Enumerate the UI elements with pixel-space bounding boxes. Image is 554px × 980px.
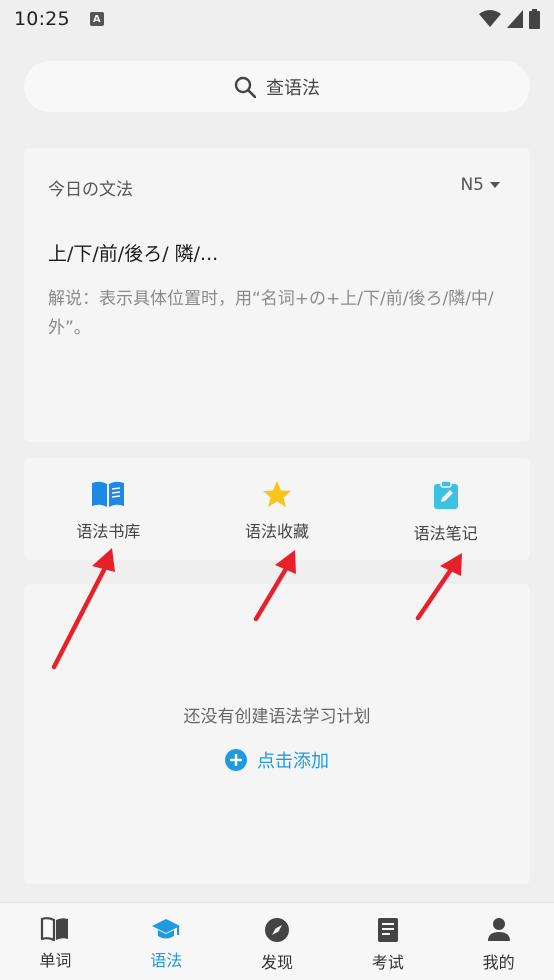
grammar-actions-card: 语法书库 语法收藏 语法笔记 <box>24 458 530 560</box>
nav-label-discover: 发现 <box>260 953 293 972</box>
grammar-point-description: 解说：表示具体位置时，用“名词+の+上/下/前/後ろ/隣/中/外”。 <box>48 289 494 338</box>
status-bar: 10:25 A <box>0 0 554 38</box>
nav-item-me[interactable]: 我的 <box>443 903 554 980</box>
bottom-nav: 单词 语法 发现 考试 我的 <box>0 902 554 980</box>
grammar-notes-label: 语法笔记 <box>413 524 478 543</box>
search-placeholder: 查语法 <box>266 77 320 99</box>
nav-item-exam[interactable]: 考试 <box>332 903 443 980</box>
book-icon <box>92 481 125 507</box>
signal-icon <box>507 10 523 28</box>
today-grammar-card[interactable]: 今日の文法 N5 上/下/前/後ろ/ 隣/... 解说：表示具体位置时，用“名词… <box>24 148 530 442</box>
star-icon <box>263 481 291 507</box>
grammar-favorites-button[interactable]: 语法收藏 <box>193 458 362 560</box>
today-grammar-title: 今日の文法 <box>48 180 133 200</box>
add-plan-button[interactable]: 点击添加 <box>24 747 530 773</box>
nav-label-grammar: 语法 <box>150 951 183 970</box>
battery-icon <box>529 9 540 29</box>
notification-a-icon: A <box>89 12 104 26</box>
plus-circle-icon <box>225 749 247 771</box>
grammar-notes-button[interactable]: 语法笔记 <box>361 458 530 560</box>
grammar-point-title: 上/下/前/後ろ/ 隣/... <box>48 243 219 265</box>
level-dropdown[interactable]: N5 <box>460 175 500 195</box>
compass-icon <box>264 918 289 942</box>
nav-label-exam: 考试 <box>371 953 404 972</box>
nav-label-words: 单词 <box>39 951 72 970</box>
status-icons <box>479 9 540 29</box>
nav-item-words[interactable]: 单词 <box>0 903 111 980</box>
wifi-icon <box>479 10 501 27</box>
person-icon <box>487 918 510 941</box>
grammar-library-button[interactable]: 语法书库 <box>24 458 193 560</box>
level-value: N5 <box>460 175 484 195</box>
exam-book-icon <box>377 918 398 942</box>
clipboard-edit-icon <box>433 480 458 509</box>
graduation-cap-icon <box>152 919 181 939</box>
plan-empty-text: 还没有创建语法学习计划 <box>183 707 371 727</box>
study-plan-card: 还没有创建语法学习计划 点击添加 <box>24 584 530 884</box>
search-bar[interactable]: 查语法 <box>24 61 530 112</box>
grammar-favorites-label: 语法收藏 <box>245 522 310 541</box>
grammar-library-label: 语法书库 <box>76 522 141 541</box>
book-open-icon <box>41 917 69 941</box>
nav-item-grammar[interactable]: 语法 <box>111 903 222 980</box>
caret-down-icon <box>490 182 500 188</box>
status-time: 10:25 <box>14 8 70 30</box>
add-plan-label: 点击添加 <box>257 751 329 772</box>
nav-item-discover[interactable]: 发现 <box>222 903 333 980</box>
nav-label-me: 我的 <box>482 953 515 972</box>
search-icon <box>234 76 256 98</box>
